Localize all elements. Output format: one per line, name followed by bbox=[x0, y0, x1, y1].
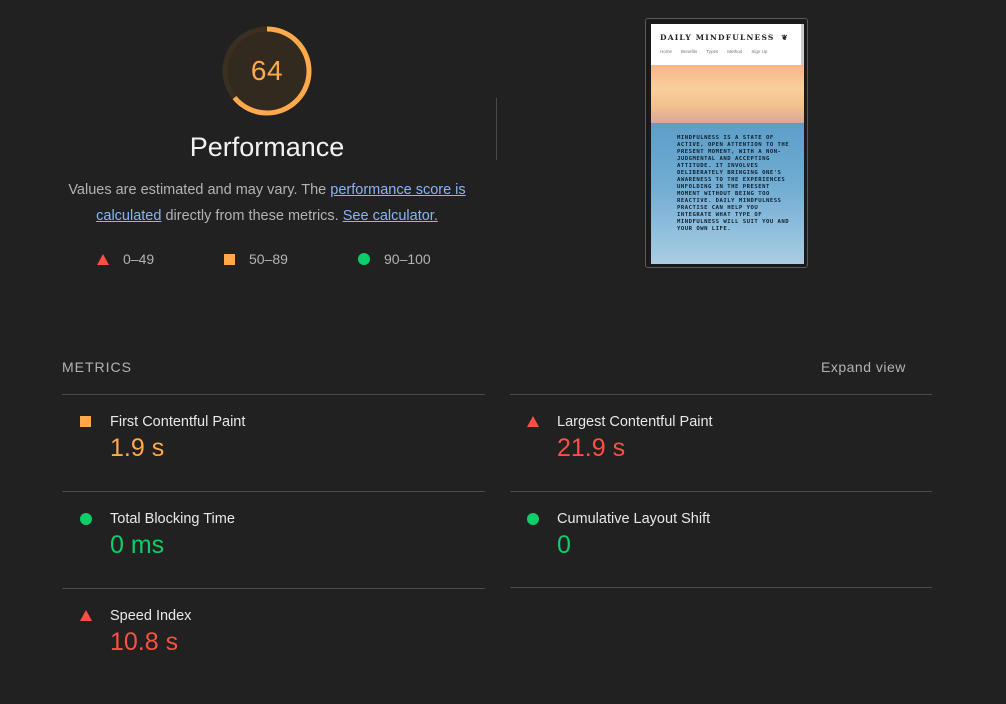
performance-description: Values are estimated and may vary. The p… bbox=[62, 177, 472, 229]
performance-score-gauge[interactable]: 64 bbox=[221, 25, 313, 117]
metrics-divider bbox=[510, 587, 932, 588]
see-calculator-link[interactable]: See calculator. bbox=[343, 208, 438, 224]
expand-view-toggle[interactable]: Expand view bbox=[821, 359, 906, 375]
leaf-icon: ❦ bbox=[781, 33, 789, 42]
metric-title: Total Blocking Time bbox=[110, 511, 235, 527]
sky-image bbox=[651, 65, 804, 123]
description-text-middle: directly from these metrics. bbox=[161, 208, 343, 224]
site-brand-text: DAILY MINDFULNESS bbox=[660, 33, 775, 42]
metric-title: First Contentful Paint bbox=[110, 414, 246, 430]
circle-icon bbox=[80, 513, 92, 525]
site-nav-item: Method bbox=[727, 49, 743, 54]
site-nav-item: Types bbox=[706, 49, 719, 54]
metrics-divider bbox=[510, 491, 932, 492]
site-header: DAILY MINDFULNESS ❦ Home Benefits Types Met… bbox=[651, 24, 804, 65]
metric-value: 21.9 s bbox=[557, 434, 626, 462]
site-nav-item: Benefits bbox=[681, 49, 698, 54]
metric-value: 1.9 s bbox=[110, 434, 165, 462]
circle-icon bbox=[358, 253, 370, 265]
site-brand: DAILY MINDFULNESS ❦ bbox=[660, 33, 789, 42]
circle-icon bbox=[527, 513, 539, 525]
legend-range: 50–89 bbox=[249, 251, 288, 267]
metric-first-contentful-paint: First Contentful Paint 1.9 s bbox=[80, 414, 460, 474]
performance-score-value: 64 bbox=[250, 55, 284, 86]
site-nav-item: Home bbox=[660, 49, 673, 54]
description-text-before: Values are estimated and may vary. The bbox=[68, 182, 331, 198]
legend-range: 0–49 bbox=[123, 251, 155, 267]
metric-value: 0 ms bbox=[110, 531, 165, 559]
site-body-text: MINDFULNESS IS A STATE OF ACTIVE, OPEN A… bbox=[677, 135, 790, 232]
legend-item-average: 50–89 bbox=[224, 251, 288, 267]
metric-largest-contentful-paint: Largest Contentful Paint 21.9 s bbox=[527, 414, 907, 474]
metric-value: 10.8 s bbox=[110, 628, 179, 656]
metric-cumulative-layout-shift: Cumulative Layout Shift 0 bbox=[527, 511, 907, 571]
site-nav: Home Benefits Types Method Sign Up bbox=[660, 49, 776, 54]
metric-title: Largest Contentful Paint bbox=[557, 414, 713, 430]
square-icon bbox=[80, 416, 91, 427]
metrics-divider bbox=[62, 394, 485, 395]
metrics-divider bbox=[510, 394, 932, 395]
metric-title: Cumulative Layout Shift bbox=[557, 511, 711, 527]
screenshot-image: DAILY MINDFULNESS ❦ Home Benefits Types Met… bbox=[651, 24, 804, 264]
metric-total-blocking-time: Total Blocking Time 0 ms bbox=[80, 511, 460, 571]
legend-item-fail: 0–49 bbox=[97, 251, 154, 267]
vertical-divider bbox=[496, 98, 497, 160]
metrics-divider bbox=[62, 588, 485, 589]
site-scrollbar bbox=[801, 24, 804, 65]
lighthouse-report: 64 Performance Values are estimated and … bbox=[0, 0, 1006, 704]
legend-item-pass: 90–100 bbox=[358, 251, 431, 267]
final-screenshot-thumbnail[interactable]: DAILY MINDFULNESS ❦ Home Benefits Types Met… bbox=[645, 18, 808, 268]
legend-range: 90–100 bbox=[384, 251, 431, 267]
triangle-icon bbox=[97, 253, 109, 265]
triangle-icon bbox=[80, 610, 92, 621]
performance-title: Performance bbox=[189, 132, 345, 162]
metrics-divider bbox=[62, 491, 485, 492]
site-nav-item: Sign Up bbox=[751, 49, 768, 54]
metric-value: 0 bbox=[557, 531, 571, 559]
metric-title: Speed Index bbox=[110, 608, 192, 624]
metric-speed-index: Speed Index 10.8 s bbox=[80, 608, 460, 668]
triangle-icon bbox=[527, 416, 539, 427]
metrics-header: METRICS bbox=[62, 359, 132, 375]
square-icon bbox=[224, 253, 235, 265]
